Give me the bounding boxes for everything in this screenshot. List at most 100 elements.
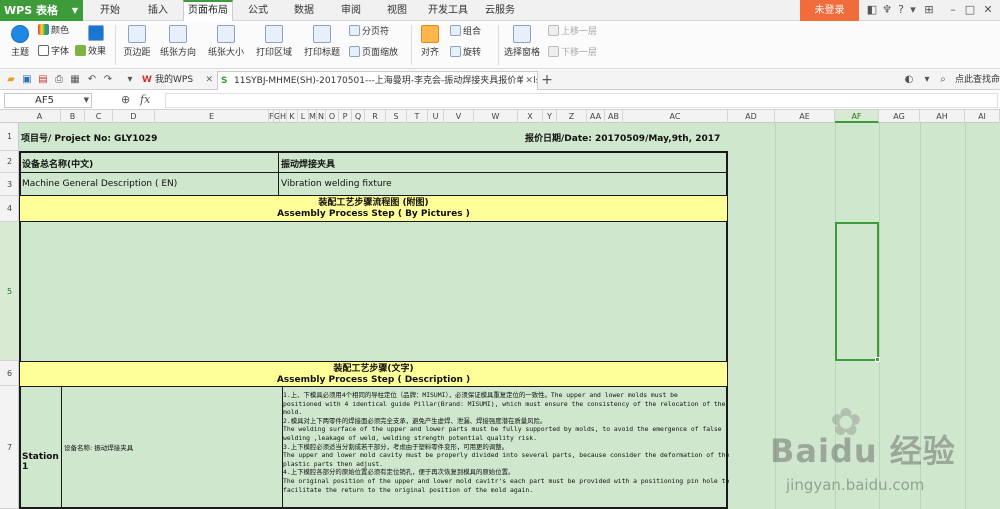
close-icon[interactable]: ✕ (523, 72, 533, 90)
column-header[interactable]: AB (605, 110, 623, 123)
column-header[interactable]: AG (879, 110, 920, 123)
column-header[interactable]: AA (587, 110, 605, 123)
tab-developer[interactable]: 开发工具 (423, 0, 473, 21)
print-titles-button[interactable]: 打印标题 (302, 25, 342, 58)
column-header[interactable]: N (317, 110, 326, 123)
page-zoom-button[interactable]: 页面缩放 (349, 46, 398, 60)
tab-insert[interactable]: 插入 (138, 0, 178, 21)
tab-spreadsheet[interactable]: S 11SYBJ-MHME(SH)-20170501---上海曼玥-李克会-振动… (217, 71, 538, 90)
login-button[interactable]: 未登录 (800, 0, 859, 21)
zoom-icon[interactable]: ⊕ (121, 93, 130, 106)
open-folder-icon[interactable]: ▰ (5, 74, 17, 86)
print-area-button[interactable]: 打印区域 (252, 25, 296, 58)
row-header[interactable]: 1 (0, 123, 19, 151)
tab-my-wps[interactable]: W 我的WPS ✕ (139, 71, 217, 90)
column-header[interactable]: AC (623, 110, 728, 123)
page-break-button[interactable]: 分页符 (349, 25, 389, 39)
quote-date-cell[interactable]: 报价日期/Date: 20170509/May,9th, 2017 (525, 131, 735, 144)
column-header[interactable]: D (113, 110, 155, 123)
tab-home[interactable]: 开始 (90, 0, 130, 21)
fill-handle[interactable] (875, 357, 880, 362)
chevron-down-icon[interactable]: ▾ (124, 74, 136, 86)
column-header[interactable]: Z (557, 110, 587, 123)
column-header[interactable]: AD (728, 110, 775, 123)
close-icon[interactable]: ✕ (205, 71, 213, 89)
row-header[interactable]: 6 (0, 361, 19, 386)
column-header[interactable]: X (518, 110, 543, 123)
column-header[interactable]: E (155, 110, 269, 123)
help-search-box[interactable]: 点此查找命 (955, 72, 1000, 85)
export-pdf-icon[interactable]: ▤ (37, 74, 49, 86)
column-header[interactable]: O (326, 110, 339, 123)
tab-formulas[interactable]: 公式 (238, 0, 278, 21)
maximize-icon[interactable]: □ (963, 3, 977, 17)
row-header[interactable]: 4 (0, 196, 19, 222)
column-header[interactable]: U (428, 110, 444, 123)
doc-fit-icon[interactable]: ◐ (903, 74, 915, 86)
device-name-label-cell[interactable]: 设备总名称(中文) (19, 151, 279, 173)
desc-en-value-cell[interactable]: Vibration welding fixture (278, 172, 728, 196)
column-header[interactable]: T (407, 110, 428, 123)
close-icon[interactable]: ✕ (981, 3, 995, 17)
new-tab-icon[interactable]: + (541, 73, 553, 87)
tab-cloud[interactable]: 云服务 (478, 0, 522, 21)
column-header[interactable]: P (339, 110, 352, 123)
column-header[interactable]: B (61, 110, 85, 123)
column-header[interactable]: K (287, 110, 298, 123)
selection-pane-button[interactable]: 选择窗格 (502, 25, 542, 58)
paper-size-button[interactable]: 纸张大小 (206, 25, 246, 58)
tab-review[interactable]: 审阅 (331, 0, 371, 21)
device-name-value-cell[interactable]: 振动焊接夹具 (278, 151, 728, 173)
row-header[interactable]: 3 (0, 173, 19, 196)
print-preview-icon[interactable]: ▦ (69, 74, 81, 86)
column-header[interactable]: S (386, 110, 407, 123)
column-header-selected[interactable]: AF (835, 110, 879, 123)
align-button[interactable]: 对齐 (416, 25, 444, 58)
redo-icon[interactable]: ↷ (102, 74, 114, 86)
colors-button[interactable]: 颜色 (38, 24, 69, 38)
minimize-icon[interactable]: – (946, 3, 960, 17)
function-icon[interactable]: fx (140, 93, 150, 106)
rotate-button[interactable]: 旋转 (450, 46, 481, 60)
theme-button[interactable]: 主题 (5, 25, 35, 58)
bring-forward-button[interactable]: 上移一层 (548, 25, 597, 39)
column-header[interactable]: R (365, 110, 386, 123)
column-header[interactable]: AI (965, 110, 1000, 123)
column-header[interactable]: Y (543, 110, 557, 123)
flow-title-cell[interactable]: 装配工艺步骤流程图 (附图) Assembly Process Step ( B… (19, 195, 728, 222)
tab-view[interactable]: 视图 (377, 0, 417, 21)
chevron-down-icon[interactable]: ▾ (921, 74, 933, 86)
column-header[interactable]: AE (775, 110, 835, 123)
desc-en-label-cell[interactable]: Machine General Description ( EN) (19, 172, 279, 196)
restore-ribbon-icon[interactable]: ⊞ (922, 3, 936, 17)
send-backward-button[interactable]: 下移一层 (548, 46, 597, 60)
tab-page-layout[interactable]: 页面布局 (183, 0, 233, 22)
project-no-cell[interactable]: 项目号/ Project No: GLY1029 (21, 131, 321, 144)
search-icon[interactable]: ⌕ (937, 74, 949, 86)
tab-data[interactable]: 数据 (284, 0, 324, 21)
selected-cell[interactable] (835, 222, 879, 361)
formula-input[interactable] (165, 93, 998, 108)
fonts-button[interactable]: 字体 (38, 45, 69, 59)
print-icon[interactable]: ⎙ (53, 74, 65, 86)
row-header-selected[interactable]: 5 (0, 222, 19, 361)
row-header[interactable]: 7 (0, 386, 19, 509)
row-header[interactable]: 2 (0, 151, 19, 173)
column-header[interactable]: C (85, 110, 113, 123)
orientation-button[interactable]: 纸张方向 (158, 25, 198, 58)
column-header[interactable]: H (280, 110, 287, 123)
name-box[interactable]: AF5 ▼ (4, 93, 92, 108)
station-device-cell[interactable]: 设备名称: 振动焊接夹具 (61, 386, 283, 509)
column-header[interactable]: V (444, 110, 474, 123)
skin-icon[interactable]: ◧ (865, 3, 879, 17)
undo-icon[interactable]: ↶ (86, 74, 98, 86)
station-cell[interactable]: Station 1 (19, 386, 62, 509)
column-header[interactable]: A (19, 110, 61, 123)
column-header[interactable]: L (298, 110, 309, 123)
margins-button[interactable]: 页边距 (120, 25, 154, 58)
shirt-icon[interactable]: ♆ (880, 3, 894, 17)
app-menu-button[interactable]: WPS 表格 ▼ (0, 0, 83, 21)
save-icon[interactable]: ▣ (21, 74, 33, 86)
chevron-down-icon[interactable]: ▾ (906, 3, 920, 17)
column-header[interactable]: AH (920, 110, 965, 123)
